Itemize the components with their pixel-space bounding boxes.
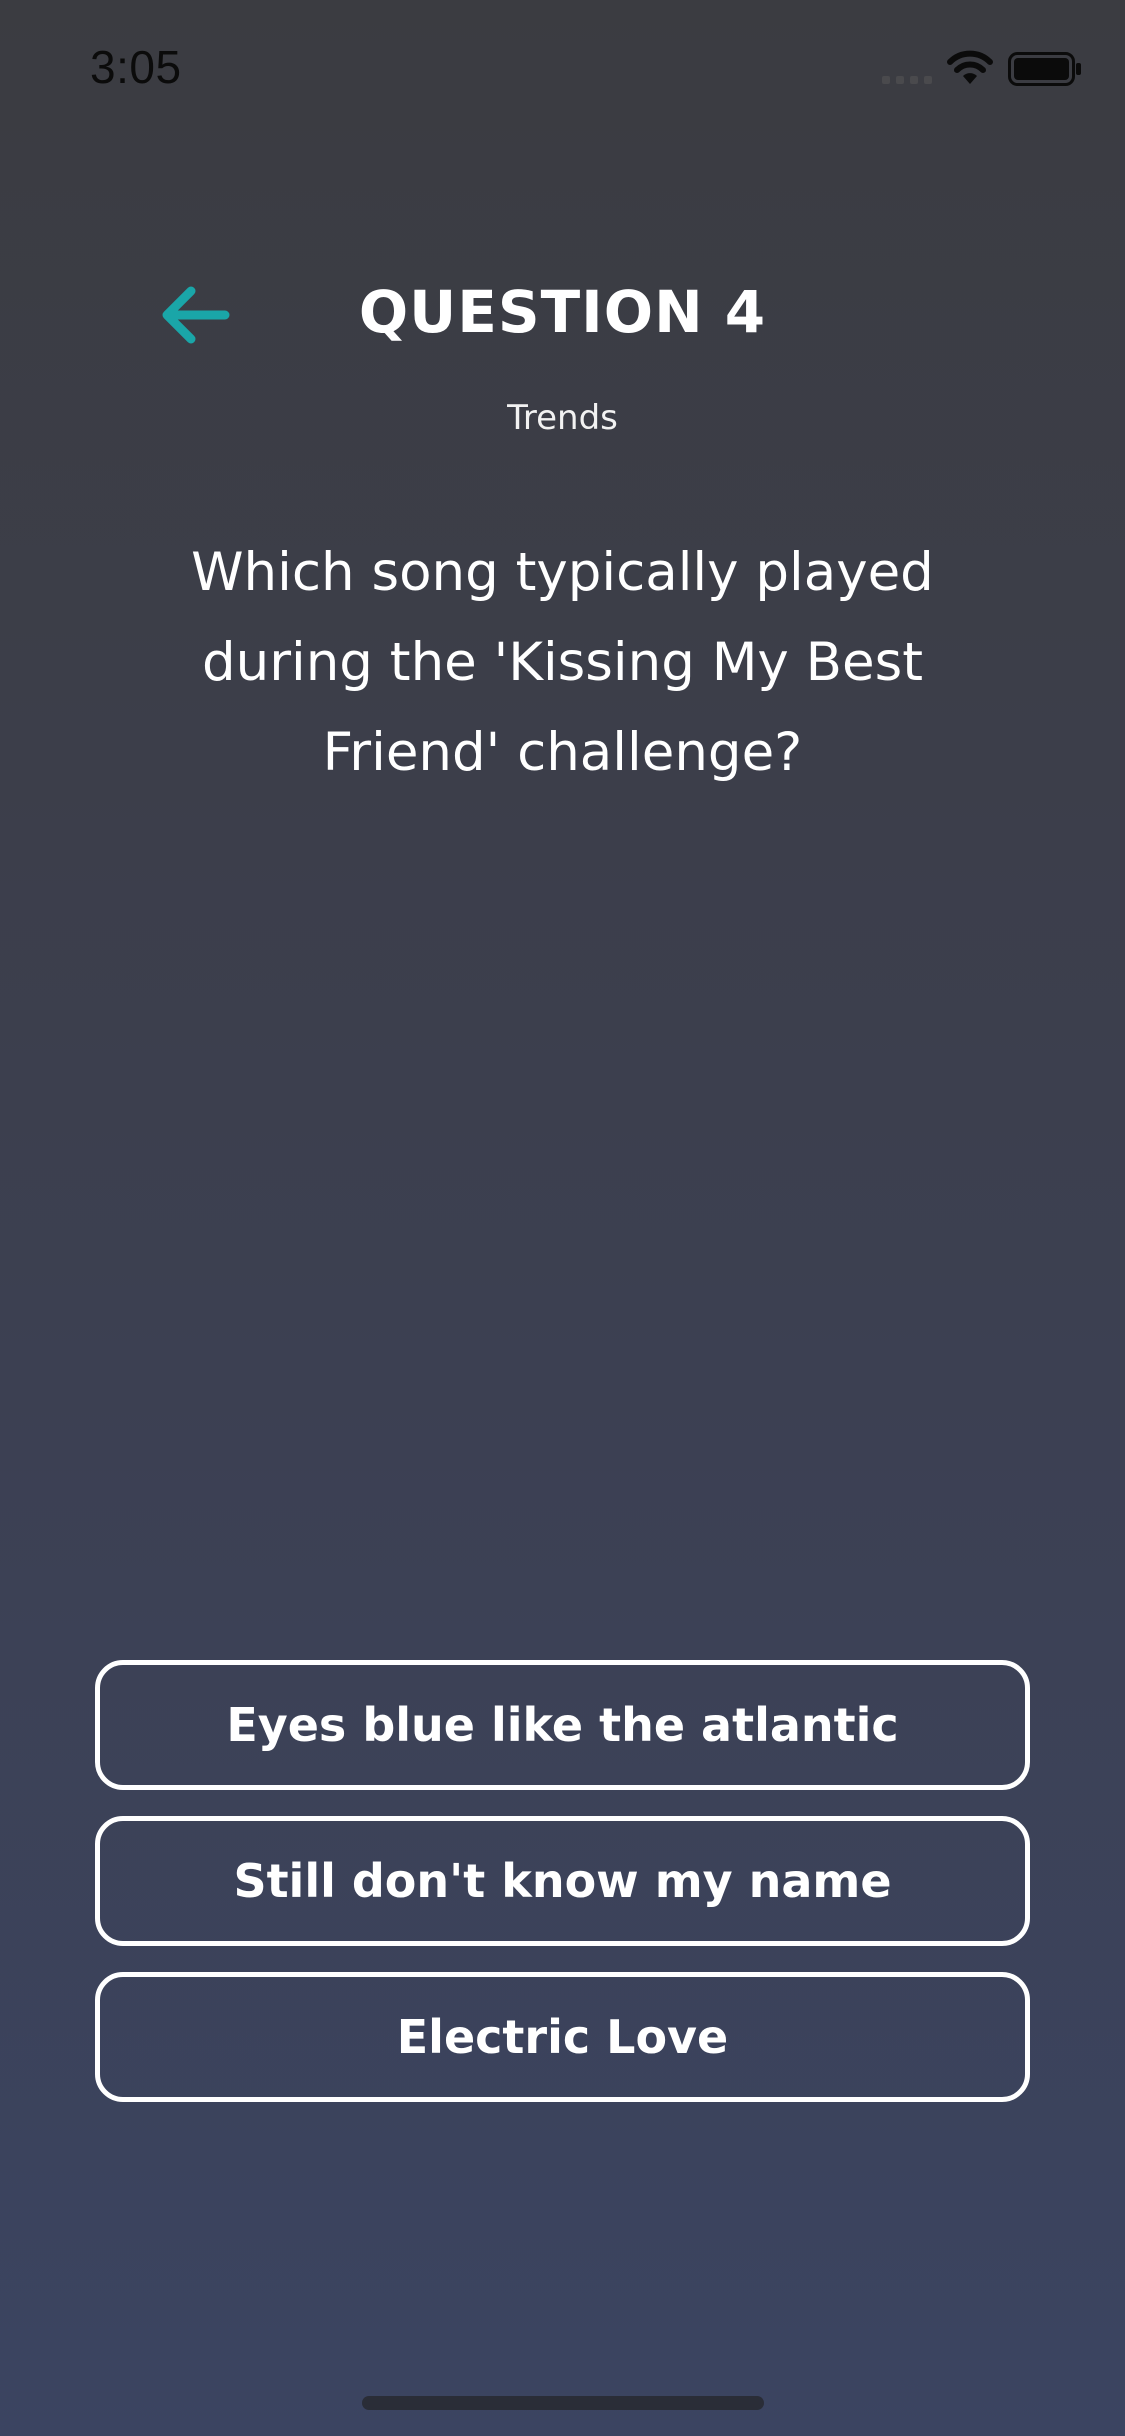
answer-label: Eyes blue like the atlantic <box>226 1698 899 1752</box>
cellular-signal-icon <box>882 76 932 84</box>
question-text: Which song typically played during the '… <box>191 542 934 783</box>
status-time: 3:05 <box>90 41 182 93</box>
wifi-icon <box>947 50 993 84</box>
answer-label: Electric Love <box>396 2010 729 2064</box>
category-label: Trends <box>507 398 618 438</box>
answer-button-1[interactable]: Eyes blue like the atlantic <box>95 1660 1030 1790</box>
battery-icon <box>1008 52 1081 86</box>
page-title: QUESTION 4 <box>358 278 767 346</box>
answer-button-3[interactable]: Electric Love <box>95 1972 1030 2102</box>
answer-list: Eyes blue like the atlantic Still don't … <box>95 1660 1030 2128</box>
answer-button-2[interactable]: Still don't know my name <box>95 1816 1030 1946</box>
answer-label: Still don't know my name <box>233 1854 892 1908</box>
home-indicator <box>362 2396 764 2410</box>
